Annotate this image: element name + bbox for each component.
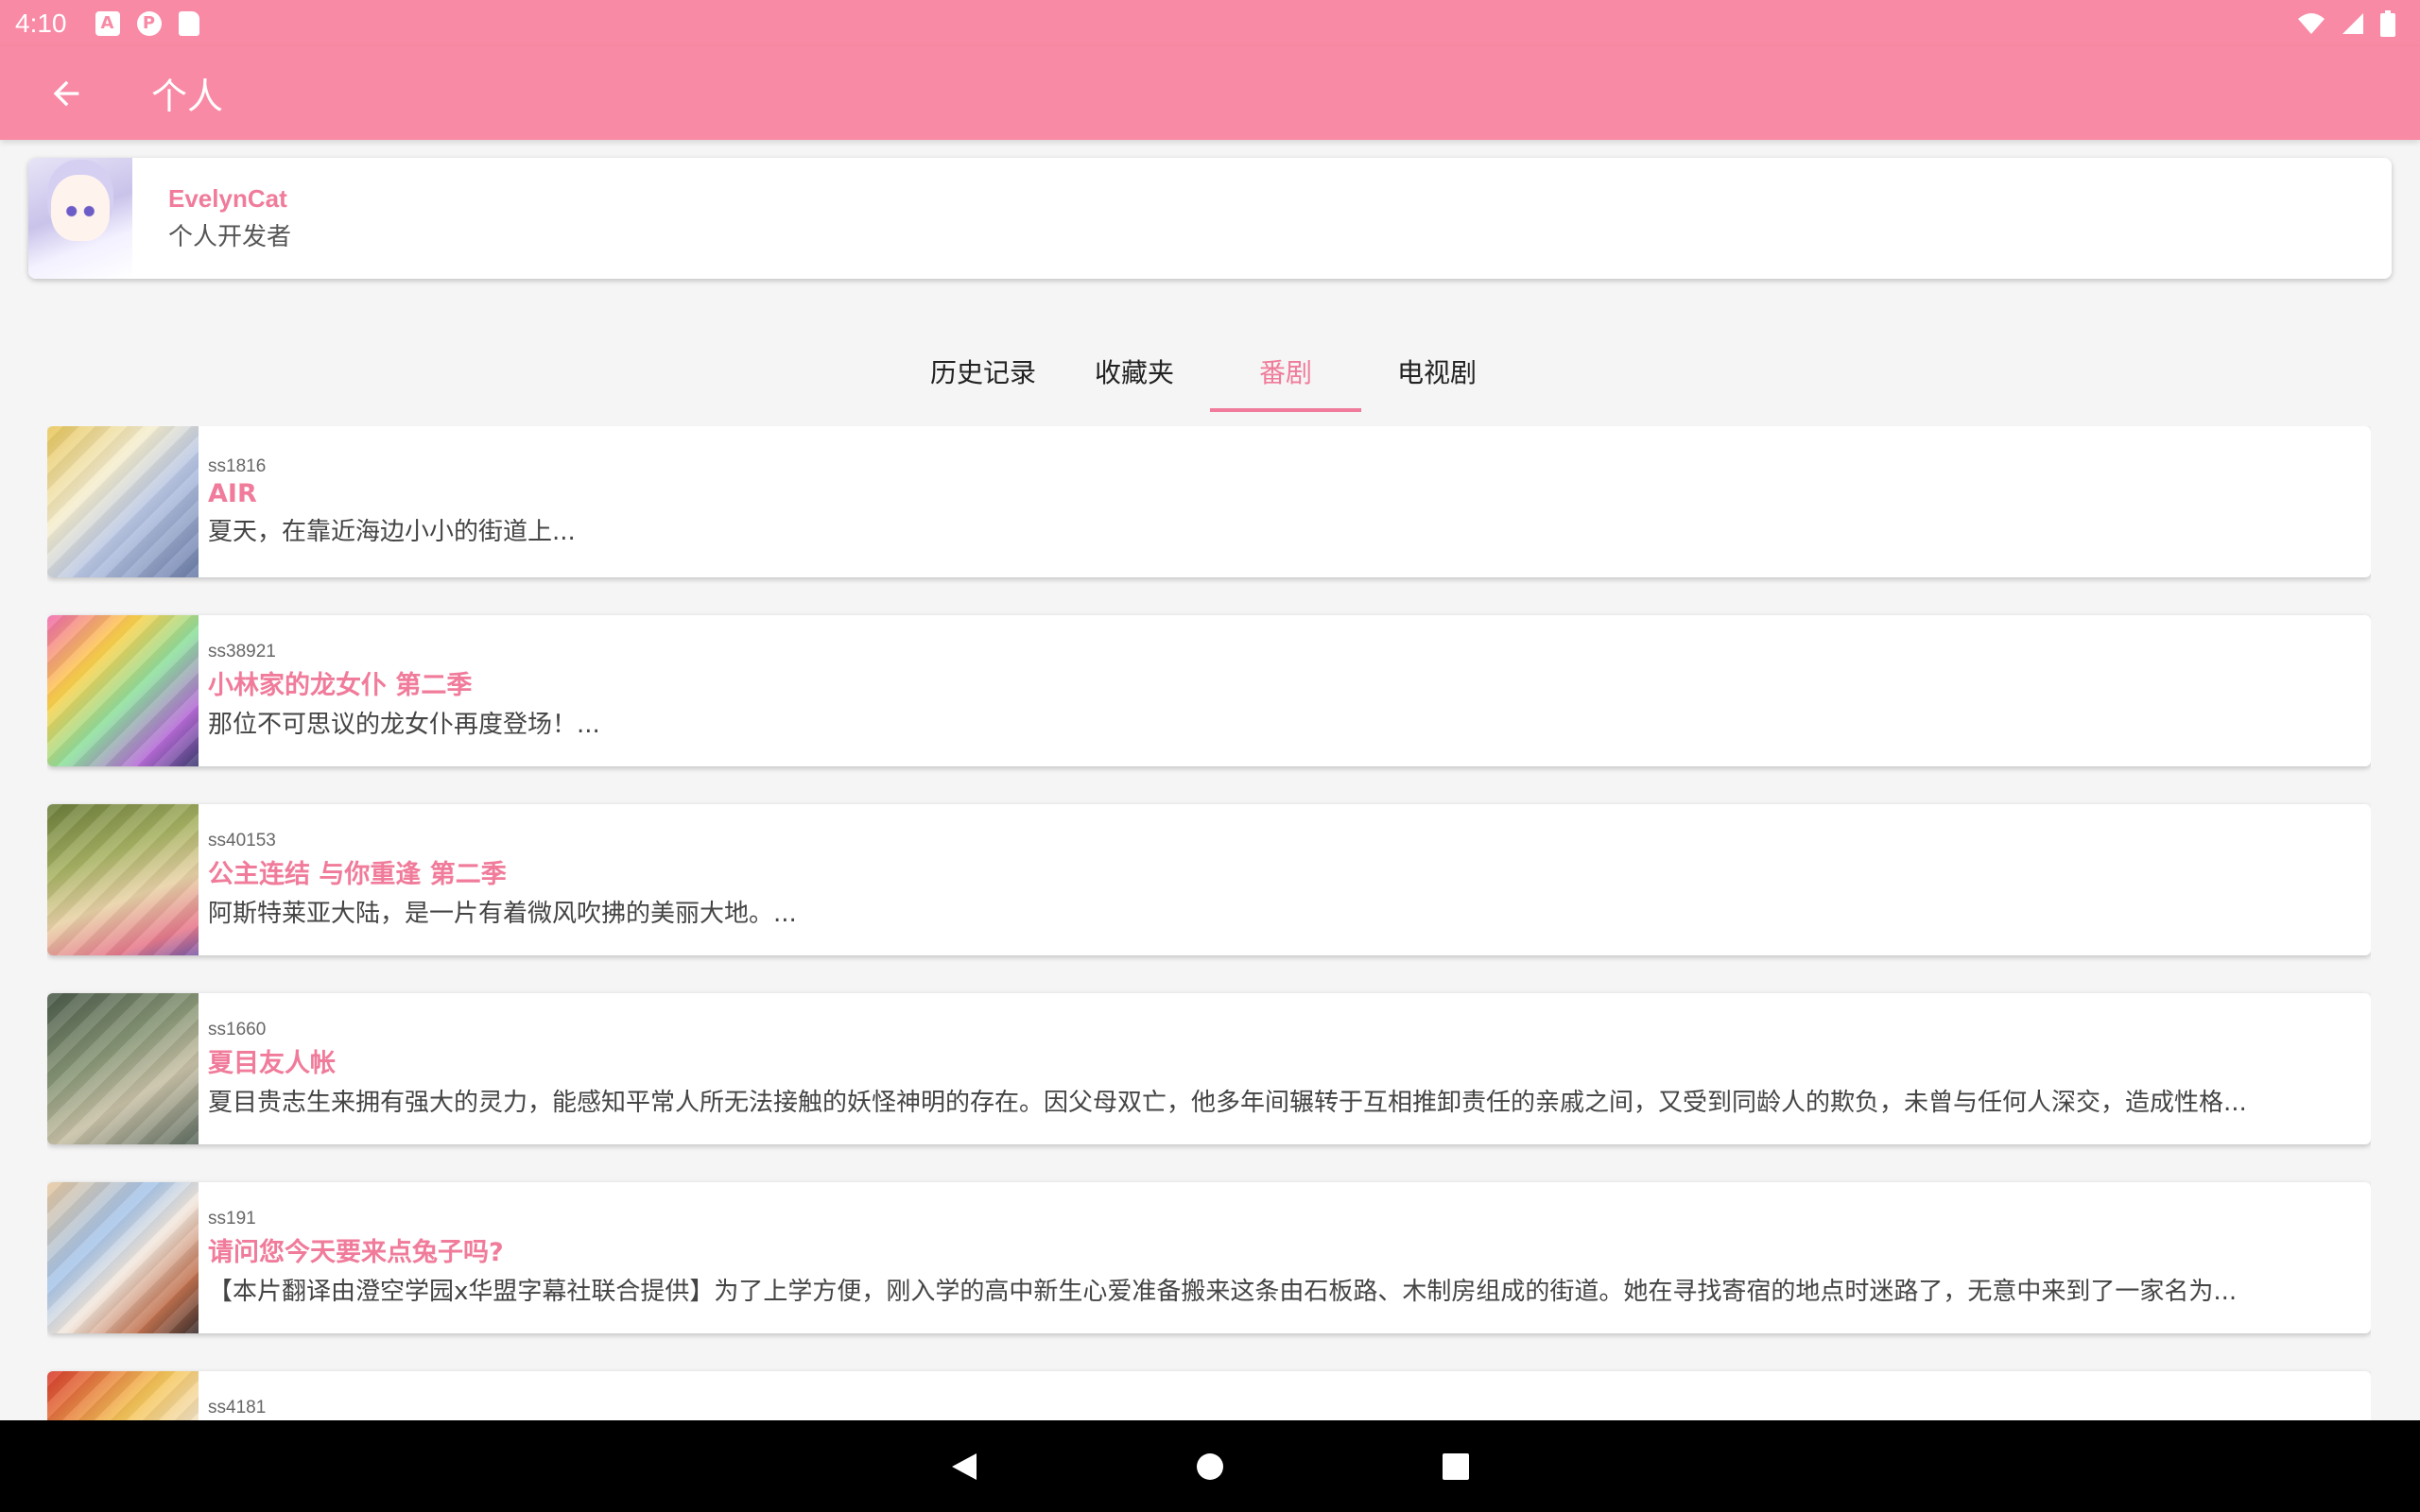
tab-favorites[interactable]: 收藏夹: [1059, 331, 1210, 412]
arrow-back-icon: [53, 80, 79, 106]
item-id: ss40153: [208, 831, 276, 850]
nav-recents-button[interactable]: [1427, 1438, 1484, 1495]
status-icons-right: [2297, 9, 2405, 37]
home-circle-icon: [1197, 1452, 1223, 1480]
status-bar: 4:10 A P: [0, 0, 2420, 46]
cover-image: [47, 993, 199, 1144]
avatar: [28, 158, 132, 279]
profile-card[interactable]: EvelynCat 个人开发者: [28, 158, 2392, 279]
item-id: ss38921: [208, 642, 276, 662]
system-nav-bar: [0, 1420, 2420, 1512]
item-desc: 夏天，在靠近海边小小的街道上...: [208, 518, 576, 546]
item-desc: 阿斯特莱亚大陆，是一片有着微风吹拂的美丽大地。...: [208, 900, 797, 928]
status-time: 4:10: [15, 8, 67, 38]
list-item[interactable]: ss1660 夏目友人帐 夏目贵志生来拥有强大的灵力，能感知平常人所无法接触的妖…: [47, 993, 2371, 1144]
profile-name: EvelynCat: [168, 184, 287, 213]
app-bar: 个人: [0, 46, 2420, 140]
cover-image: [47, 426, 199, 577]
signal-icon: [2342, 12, 2363, 34]
profile-role: 个人开发者: [168, 223, 292, 251]
item-id: ss1660: [208, 1020, 267, 1040]
nav-back-button[interactable]: [936, 1438, 993, 1495]
cover-image: [47, 1182, 199, 1333]
item-body: ss40153 公主连结 与你重逢 第二季 阿斯特莱亚大陆，是一片有着微风吹拂的…: [199, 804, 2371, 955]
page-title: 个人: [151, 76, 224, 117]
item-desc: 夏目贵志生来拥有强大的灵力，能感知平常人所无法接触的妖怪神明的存在。因父母双亡，…: [208, 1089, 2247, 1117]
battery-icon: [2380, 9, 2395, 37]
item-body: ss4181: [199, 1371, 2371, 1420]
cover-image: [47, 1371, 199, 1420]
item-title: AIR: [208, 479, 257, 508]
list-item[interactable]: ss191 请问您今天要来点兔子吗? 【本片翻译由澄空学园x华盟字幕社联合提供】…: [47, 1182, 2371, 1333]
item-desc: 【本片翻译由澄空学园x华盟字幕社联合提供】为了上学方便，刚入学的高中新生心爱准备…: [208, 1278, 2238, 1306]
item-title: 夏目友人帐: [208, 1049, 336, 1078]
back-button[interactable]: [0, 46, 132, 140]
item-desc: 那位不可思议的龙女仆再度登场！...: [208, 711, 600, 739]
tab-tv-drama[interactable]: 电视剧: [1361, 331, 1512, 412]
item-id: ss1816: [208, 456, 267, 476]
item-body: ss1816 AIR 夏天，在靠近海边小小的街道上...: [199, 426, 2371, 577]
item-body: ss191 请问您今天要来点兔子吗? 【本片翻译由澄空学园x华盟字幕社联合提供】…: [199, 1182, 2371, 1333]
item-title: 小林家的龙女仆 第二季: [208, 671, 473, 700]
app-circle-icon: P: [136, 10, 162, 36]
item-body: ss1660 夏目友人帐 夏目贵志生来拥有强大的灵力，能感知平常人所无法接触的妖…: [199, 993, 2371, 1144]
item-body: ss38921 小林家的龙女仆 第二季 那位不可思议的龙女仆再度登场！...: [199, 615, 2371, 766]
item-title: 请问您今天要来点兔子吗?: [208, 1238, 504, 1267]
item-id: ss4181: [208, 1398, 267, 1418]
status-icons-left: A P: [95, 10, 199, 36]
tab-anime[interactable]: 番剧: [1210, 331, 1361, 412]
list-item[interactable]: ss38921 小林家的龙女仆 第二季 那位不可思议的龙女仆再度登场！...: [47, 615, 2371, 766]
tab-bar: 历史记录 收藏夹 番剧 电视剧: [0, 331, 2420, 412]
a-box-icon: A: [95, 10, 120, 36]
nav-home-button[interactable]: [1182, 1438, 1238, 1495]
item-id: ss191: [208, 1209, 256, 1228]
list-item[interactable]: ss40153 公主连结 与你重逢 第二季 阿斯特莱亚大陆，是一片有着微风吹拂的…: [47, 804, 2371, 955]
profile-text: EvelynCat 个人开发者: [168, 184, 291, 252]
cover-image: [47, 804, 199, 955]
wifi-icon: [2298, 12, 2325, 34]
item-title: 公主连结 与你重逢 第二季: [208, 860, 507, 889]
back-triangle-icon: [952, 1452, 977, 1480]
sd-card-icon: [178, 10, 199, 36]
tab-history[interactable]: 历史记录: [908, 331, 1059, 412]
recents-square-icon: [1443, 1452, 1469, 1480]
list-item[interactable]: ss1816 AIR 夏天，在靠近海边小小的街道上...: [47, 426, 2371, 577]
anime-list[interactable]: ss1816 AIR 夏天，在靠近海边小小的街道上... ss38921 小林家…: [47, 426, 2371, 1420]
list-item[interactable]: ss4181: [47, 1371, 2371, 1420]
cover-image: [47, 615, 199, 766]
